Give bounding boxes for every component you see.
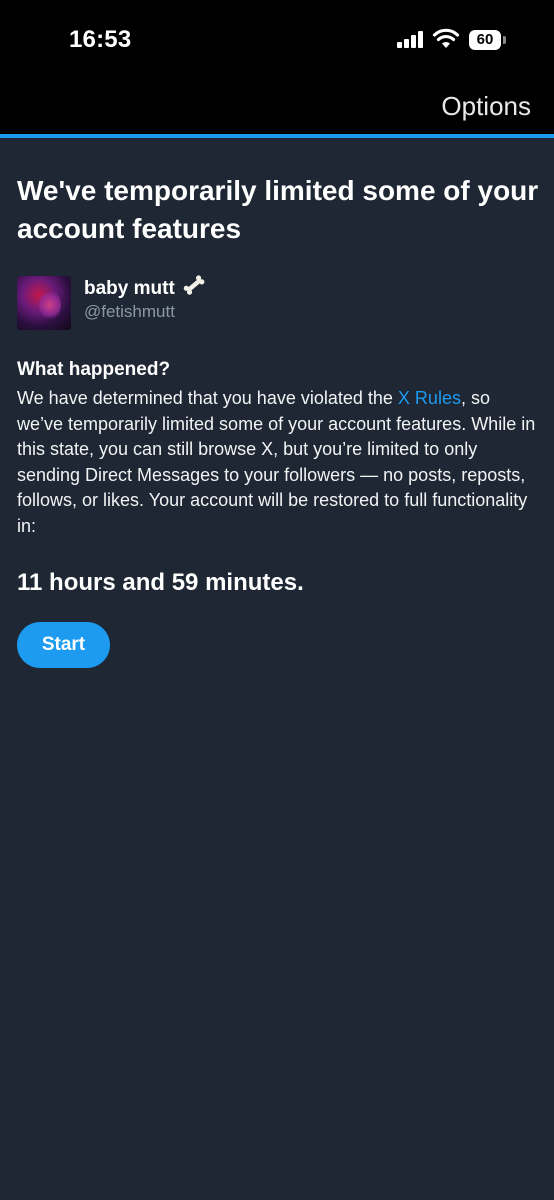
display-name-text: baby mutt <box>84 278 175 299</box>
status-time: 16:53 <box>69 26 132 53</box>
profile-card: baby mutt @fetishmutt <box>17 274 539 330</box>
page-title: We've temporarily limited some of your a… <box>17 175 539 244</box>
options-button[interactable]: Options <box>441 91 531 122</box>
x-rules-link[interactable]: X Rules <box>398 388 461 408</box>
main-content: We've temporarily limited some of your a… <box>17 172 539 668</box>
battery-icon: 60 <box>469 30 507 50</box>
cellular-signal-icon <box>397 31 425 48</box>
profile-handle: @fetishmutt <box>84 302 175 321</box>
text-after-link: , so we’ve temporarily limited some of y… <box>17 388 536 536</box>
profile-display-name: baby mutt <box>84 274 206 300</box>
battery-level: 60 <box>469 30 501 50</box>
start-button[interactable]: Start <box>17 622 110 668</box>
avatar[interactable] <box>17 276 71 330</box>
restriction-countdown: 11 hours and 59 minutes. <box>17 569 304 596</box>
top-nav-bar: Options <box>0 82 554 134</box>
bone-icon <box>183 275 205 295</box>
what-happened-heading: What happened? <box>17 359 171 380</box>
nav-accent-divider <box>0 134 554 138</box>
what-happened-text: We have determined that you have violate… <box>17 386 539 539</box>
text-before-link: We have determined that you have violate… <box>17 388 398 408</box>
wifi-icon <box>432 28 460 48</box>
status-bar: 16:53 60 <box>0 0 554 82</box>
